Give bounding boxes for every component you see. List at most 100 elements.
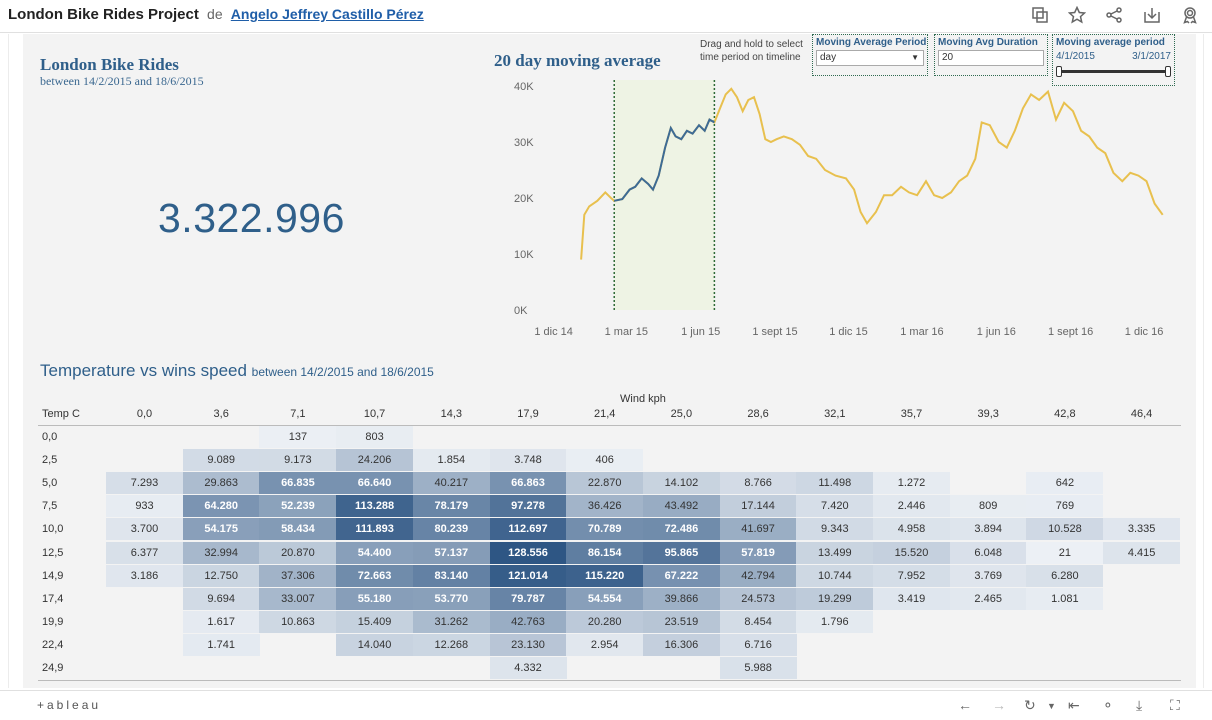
heatmap-cell: 80.239 <box>412 518 490 541</box>
moving-average-period-control[interactable]: Moving Average Period day ▼ <box>812 34 928 76</box>
heatmap-cell <box>720 449 797 471</box>
heatmap-cell: 642 <box>1026 472 1104 495</box>
undo-icon[interactable]: ← <box>958 697 972 713</box>
heatmap-cell: 70.789 <box>566 518 644 541</box>
heatmap-cell: 128.556 <box>489 541 567 564</box>
share-icon[interactable] <box>1105 6 1127 26</box>
heatmap-cell: 37.306 <box>259 564 337 587</box>
heatmap-cell: 19.299 <box>796 587 874 610</box>
column-header: 10,7 <box>363 408 386 420</box>
heatmap-cell: 4.332 <box>489 657 567 679</box>
column-header: 39,3 <box>977 408 999 420</box>
heatmap-cell <box>873 426 950 448</box>
heatmap-cell <box>1026 611 1103 633</box>
heatmap-cell: 112.697 <box>489 518 567 541</box>
moving-average-period-select[interactable]: day ▼ <box>816 50 924 66</box>
revert-icon[interactable]: ↻ <box>1024 697 1036 714</box>
top-bar: London Bike Rides Project de Angelo Jeff… <box>0 0 1212 33</box>
heatmap-cell: 2.446 <box>873 495 950 518</box>
heatmap-cell <box>183 426 260 448</box>
heatmap-cell: 23.519 <box>642 610 720 633</box>
download-icon[interactable] <box>1143 6 1165 26</box>
moving-avg-duration-input[interactable]: 20 <box>938 50 1044 66</box>
heatmap-cell <box>413 657 490 679</box>
heatmap-cell <box>796 657 873 679</box>
heatmap-cell: 64.280 <box>182 495 260 518</box>
heatmap-cell: 115.220 <box>566 564 644 587</box>
heatmap-cell <box>873 634 950 656</box>
heatmap-cell <box>106 588 183 610</box>
heatmap-cell: 3.748 <box>489 449 567 472</box>
heatmap-cell <box>950 426 1027 448</box>
heatmap-cell <box>950 634 1027 656</box>
heatmap-cell: 14.102 <box>642 472 720 495</box>
heatmap-cell: 113.288 <box>336 495 414 518</box>
column-header: 14,3 <box>440 408 462 420</box>
author-link[interactable]: Angelo Jeffrey Castillo Pérez <box>231 6 424 22</box>
heatmap-cell: 3.419 <box>873 587 950 610</box>
heatmap-cell <box>1103 565 1180 587</box>
star-icon[interactable] <box>1067 5 1090 26</box>
moving-average-title: 20 day moving average <box>494 51 661 70</box>
heatmap-cell: 3.186 <box>106 564 183 587</box>
heatmap-cell <box>490 426 567 448</box>
fullscreen-icon[interactable]: ⛶ <box>1170 697 1180 714</box>
heatmap-cell: 97.278 <box>489 495 567 518</box>
y-tick-label: 30K <box>514 137 534 149</box>
reset-icon[interactable]: ⇤ <box>1068 697 1080 714</box>
heatmap-cell: 22.870 <box>566 472 644 495</box>
heatmap-cell: 3.335 <box>1103 518 1181 541</box>
heatmap-cell: 1.617 <box>182 610 260 633</box>
moving-average-chart[interactable]: 0K 10K 20K 30K 40K 1 dic 14 1 mar 15 1 jun 15 1 … <box>486 76 1186 344</box>
heatmap-cell: 39.866 <box>642 587 720 610</box>
kpi-subtitle: between 14/2/2015 and 18/6/2015 <box>40 74 204 88</box>
heatmap-cell: 1.741 <box>182 633 260 656</box>
heatmap-cell <box>1103 495 1180 517</box>
heatmap-cell <box>643 449 720 471</box>
copy-icon[interactable] <box>1031 6 1053 26</box>
share-icon[interactable]: ⚬ <box>1102 697 1114 714</box>
heatmap-cell: 3.700 <box>106 518 183 541</box>
selection-band <box>614 80 715 310</box>
column-header: 7,1 <box>290 408 306 420</box>
heatmap-cell <box>873 449 950 471</box>
heatmap-cell <box>259 634 336 656</box>
heatmap-cell <box>720 426 797 448</box>
moving-avg-duration-label: Moving Avg Duration <box>938 37 1038 48</box>
drag-hint: Drag and hold to select time period on t… <box>700 39 803 63</box>
range-slider[interactable] <box>1056 66 1171 77</box>
heatmap-cell: 42.794 <box>719 564 797 587</box>
redo-icon[interactable]: → <box>992 697 1006 713</box>
download-icon[interactable]: ⤓ <box>1136 697 1142 714</box>
chevron-down-icon[interactable]: ▼ <box>1047 701 1056 711</box>
heatmap-cell: 95.865 <box>642 541 720 564</box>
heatmap-cell: 769 <box>1026 495 1104 518</box>
heatmap-cell: 15.409 <box>336 610 414 633</box>
heatmap-cell: 20.870 <box>259 541 337 564</box>
y-tick-label: 40K <box>514 81 534 93</box>
heatmap-cell: 1.854 <box>412 449 490 472</box>
heatmap-cell: 13.499 <box>796 541 874 564</box>
heatmap-cell: 6.048 <box>949 541 1027 564</box>
badge-icon[interactable] <box>1181 6 1203 26</box>
moving-avg-duration-control[interactable]: Moving Avg Duration 20 <box>934 34 1048 76</box>
heatmap-cell <box>106 657 183 679</box>
heatmap-cell: 3.769 <box>949 564 1027 587</box>
column-header: 17,9 <box>517 408 539 420</box>
x-tick-label: 1 jun 15 <box>681 326 720 338</box>
heatmap-cell <box>1103 449 1180 471</box>
heatmap-cell <box>566 657 643 679</box>
heatmap-cell: 121.014 <box>489 564 567 587</box>
heatmap-cell <box>106 634 183 656</box>
row-label: 22,4 <box>42 638 64 651</box>
heatmap-cell <box>1103 657 1180 679</box>
row-label: 7,5 <box>42 500 58 513</box>
heatmap-cell: 7.952 <box>873 564 950 587</box>
wind-axis-label: Wind kph <box>620 393 666 405</box>
heatmap-cell <box>873 611 950 633</box>
heatmap-cell: 67.222 <box>642 564 720 587</box>
heatmap-cell: 24.573 <box>719 587 797 610</box>
y-tick-label: 0K <box>514 305 528 317</box>
heatmap-cell: 1.272 <box>873 472 950 495</box>
x-tick-label: 1 dic 16 <box>1125 326 1164 338</box>
